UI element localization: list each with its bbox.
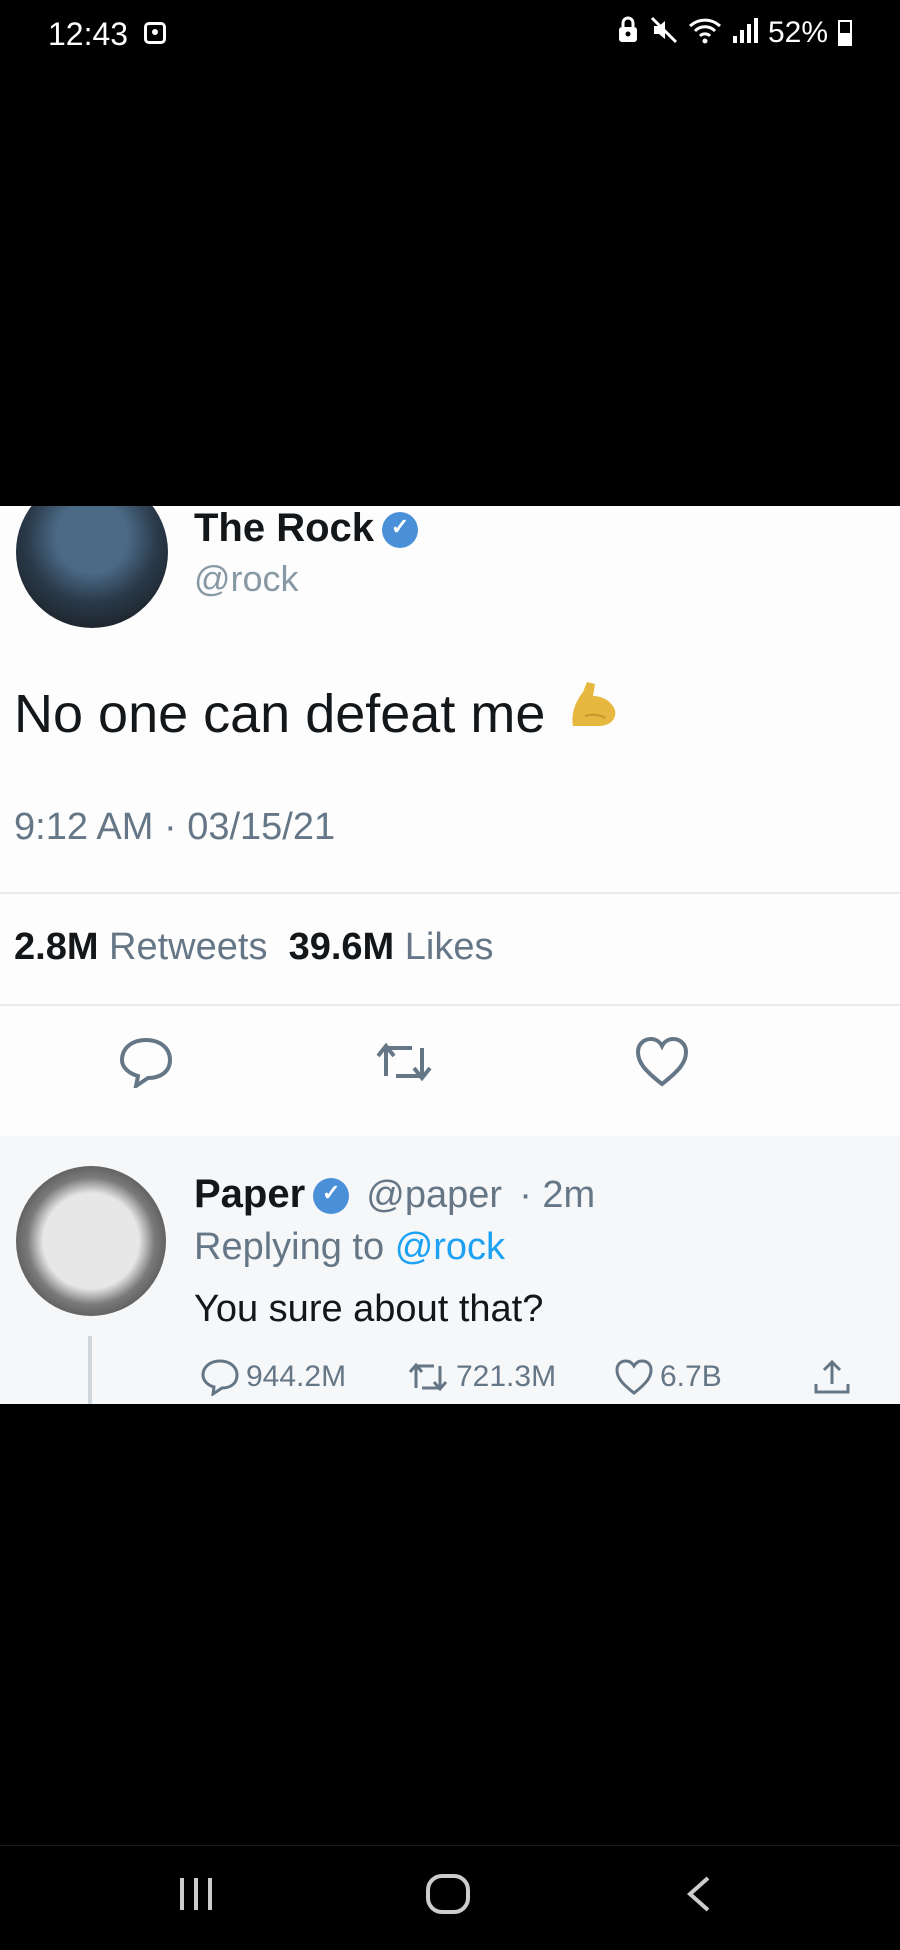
flexed-biceps-icon — [565, 676, 621, 743]
notification-icon — [144, 22, 166, 44]
wifi-icon — [688, 16, 722, 50]
tweet-text: No one can defeat me — [14, 684, 546, 744]
home-button[interactable] — [424, 1872, 472, 1921]
avatar — [16, 506, 168, 628]
battery-icon — [838, 20, 852, 46]
retweet-icon[interactable] — [372, 1036, 436, 1093]
lock-icon — [616, 16, 640, 50]
thread-line — [88, 1336, 92, 1404]
avatar — [16, 1166, 166, 1316]
tweet-handle: @rock — [194, 558, 299, 599]
likes-count: 39.6M — [288, 926, 395, 968]
author-name: The Rock — [194, 506, 375, 550]
share-icon[interactable] — [812, 1358, 852, 1398]
tweet-body: No one can defeat me — [14, 676, 621, 745]
reply-actions: 944.2M 721.3M 6.7B — [194, 1358, 874, 1402]
reply-replies[interactable]: 944.2M — [200, 1358, 346, 1396]
likes-count: 6.7B — [660, 1360, 722, 1393]
signal-icon — [732, 16, 758, 50]
tweet-stats: 2.8M Retweets 39.6M Likes — [14, 926, 493, 969]
mute-icon — [650, 16, 678, 50]
verified-badge-icon — [313, 1178, 350, 1215]
replies-count: 944.2M — [246, 1360, 347, 1393]
reply-text: You sure about that? — [194, 1288, 544, 1330]
status-icons: 52% — [616, 16, 852, 50]
status-bar: 12:43 52% — [0, 0, 900, 72]
tweet-author: The Rock — [194, 506, 419, 551]
divider — [0, 1004, 900, 1006]
reply-author-name: Paper — [194, 1172, 306, 1216]
tweet-image: The Rock @rock No one can defeat me 9:12… — [0, 506, 900, 1404]
replying-prefix: Replying to — [194, 1226, 385, 1268]
navigation-bar — [0, 1845, 900, 1950]
tweet-actions — [0, 1036, 900, 1096]
reply-icon — [201, 1359, 239, 1396]
replying-to-link[interactable]: @rock — [395, 1226, 505, 1268]
back-button[interactable] — [680, 1872, 720, 1921]
replying-to: Replying to @rock — [194, 1226, 505, 1269]
like-icon[interactable] — [634, 1036, 690, 1093]
retweets-count: 721.3M — [456, 1360, 557, 1393]
retweets-count: 2.8M — [14, 926, 99, 968]
status-time: 12:43 — [48, 16, 129, 52]
reply-icon[interactable] — [118, 1036, 174, 1093]
recent-apps-button[interactable] — [176, 1872, 216, 1921]
reply-handle: @paper — [366, 1174, 503, 1216]
reply-tweet[interactable]: Paper @paper · 2m Replying to @rock You … — [0, 1136, 900, 1404]
reply-header: Paper @paper · 2m — [194, 1172, 595, 1217]
reply-retweets[interactable]: 721.3M — [406, 1358, 556, 1396]
likes-label[interactable]: Likes — [405, 926, 494, 968]
battery-percent: 52% — [767, 16, 828, 49]
retweet-icon — [408, 1362, 448, 1392]
divider — [0, 892, 900, 894]
verified-badge-icon — [382, 512, 419, 549]
reply-time: · 2m — [519, 1174, 596, 1216]
reply-likes[interactable]: 6.7B — [614, 1358, 722, 1396]
tweet-timestamp: 9:12 AM · 03/15/21 — [14, 806, 336, 848]
retweets-label[interactable]: Retweets — [109, 926, 267, 968]
like-icon — [615, 1359, 653, 1395]
